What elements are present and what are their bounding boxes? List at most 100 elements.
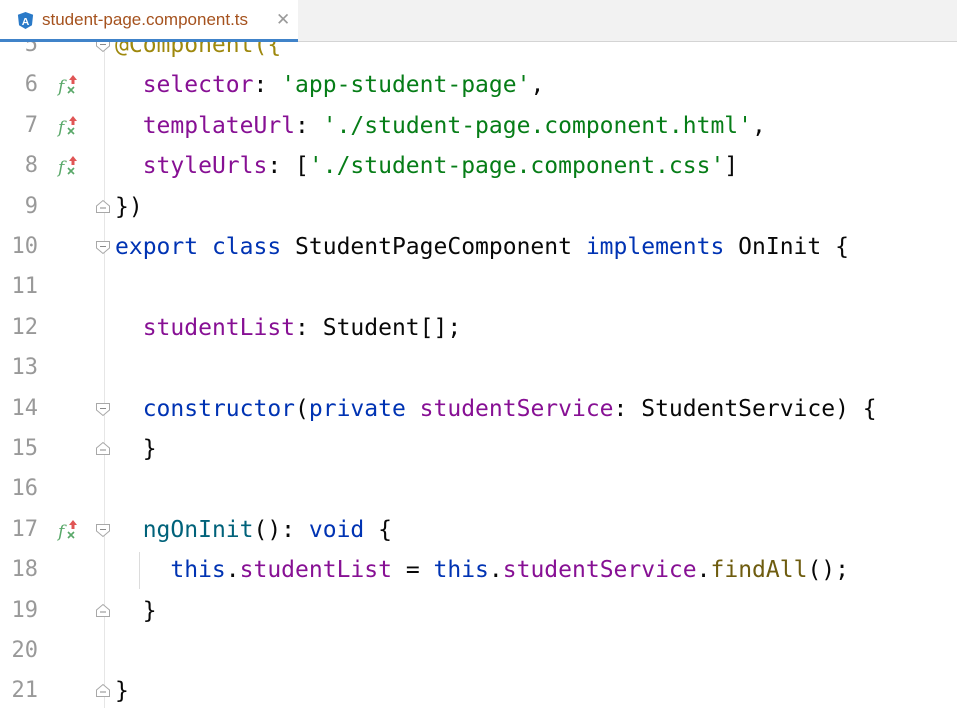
code-text[interactable]: } bbox=[115, 429, 157, 469]
code-token: void bbox=[308, 516, 379, 543]
tab-student-page-component-ts[interactable]: A student-page.component.ts ✕ bbox=[0, 0, 298, 42]
code-line[interactable]: 12 studentList: Student[]; bbox=[0, 308, 957, 348]
code-token: , bbox=[752, 112, 766, 139]
code-token: (): bbox=[253, 516, 309, 543]
implemented-function-icon[interactable]: f bbox=[56, 154, 80, 178]
code-text[interactable]: studentList: Student[]; bbox=[115, 308, 462, 348]
code-token: : StudentService) { bbox=[613, 395, 877, 422]
code-token: ngOnInit bbox=[142, 516, 254, 543]
line-number: 10 bbox=[11, 234, 39, 259]
code-text[interactable]: this.studentList = this.studentService.f… bbox=[115, 550, 849, 590]
line-number: 5 bbox=[24, 42, 38, 57]
code-text[interactable]: export class StudentPageComponent implem… bbox=[115, 227, 849, 267]
fold-end-icon[interactable] bbox=[95, 199, 111, 215]
code-token: } bbox=[115, 597, 157, 624]
code-token: (); bbox=[807, 557, 849, 584]
code-line[interactable]: 20 bbox=[0, 631, 957, 671]
code-text[interactable]: styleUrls: ['./student-page.component.cs… bbox=[115, 146, 738, 186]
code-line[interactable]: 7f templateUrl: './student-page.componen… bbox=[0, 106, 957, 146]
code-token: private bbox=[308, 395, 420, 422]
code-token: this bbox=[170, 557, 226, 584]
indent-guide bbox=[139, 552, 140, 589]
line-number: 18 bbox=[11, 557, 39, 583]
code-token: this bbox=[433, 557, 489, 584]
code-token: ( bbox=[295, 395, 309, 422]
code-token: . bbox=[696, 557, 711, 584]
code-token: : Student[]; bbox=[295, 314, 462, 341]
fold-end-icon[interactable] bbox=[95, 603, 111, 619]
close-icon[interactable]: ✕ bbox=[276, 10, 290, 30]
code-line[interactable]: 21} bbox=[0, 671, 957, 708]
code-token: } bbox=[115, 678, 129, 705]
line-number: 15 bbox=[11, 436, 39, 461]
code-token: templateUrl bbox=[142, 112, 296, 139]
line-number: 20 bbox=[11, 638, 39, 663]
line-number: 12 bbox=[11, 314, 39, 340]
code-token: OnInit { bbox=[738, 234, 849, 260]
code-token: StudentPageComponent bbox=[295, 234, 586, 260]
implemented-function-icon[interactable]: f bbox=[56, 73, 80, 97]
code-line[interactable]: 8f styleUrls: ['./student-page.component… bbox=[0, 146, 957, 186]
code-token: } bbox=[115, 436, 157, 462]
code-text[interactable]: selector: 'app-student-page', bbox=[115, 65, 545, 105]
line-number: 6 bbox=[24, 72, 38, 98]
implemented-function-icon[interactable]: f bbox=[56, 114, 80, 138]
code-line[interactable]: 11 bbox=[0, 267, 957, 307]
fold-collapse-icon[interactable] bbox=[95, 401, 111, 417]
code-token: selector bbox=[142, 72, 254, 99]
fold-end-icon[interactable] bbox=[95, 683, 111, 699]
code-line[interactable]: 18 this.studentList = this.studentServic… bbox=[0, 550, 957, 590]
fold-end-icon[interactable] bbox=[95, 441, 111, 457]
code-text[interactable]: }) bbox=[115, 187, 143, 227]
line-number: 11 bbox=[11, 274, 39, 300]
implemented-function-icon[interactable]: f bbox=[56, 518, 80, 542]
code-text[interactable]: } bbox=[115, 671, 129, 708]
code-token: { bbox=[378, 516, 392, 543]
line-number: 13 bbox=[11, 355, 39, 381]
code-line[interactable]: 16 bbox=[0, 469, 957, 509]
code-line[interactable]: 15 } bbox=[0, 429, 957, 469]
code-line[interactable]: 10 export class StudentPageComponent impl… bbox=[0, 227, 957, 267]
code-line[interactable]: 14 constructor(private studentService: S… bbox=[0, 389, 957, 429]
line-number: 14 bbox=[11, 395, 39, 421]
code-text[interactable]: @Component({ bbox=[115, 42, 281, 65]
code-token: . bbox=[225, 557, 240, 584]
code-text[interactable]: ngOnInit(): void { bbox=[115, 510, 392, 550]
code-editor[interactable]: 5 @Component({6 f selector: 'app-student-p… bbox=[0, 42, 957, 708]
code-text[interactable]: } bbox=[115, 591, 157, 631]
line-number: 9 bbox=[24, 193, 38, 219]
code-token: studentList bbox=[142, 314, 296, 341]
line-number: 7 bbox=[24, 112, 38, 138]
code-token: studentService bbox=[419, 395, 614, 422]
code-token: findAll bbox=[710, 557, 808, 584]
code-token: export bbox=[115, 234, 212, 260]
code-line[interactable]: 17 f ngOnInit(): void { bbox=[0, 510, 957, 550]
line-number: 16 bbox=[11, 476, 39, 502]
angular-icon: A bbox=[17, 11, 34, 30]
code-token: styleUrls bbox=[142, 153, 268, 180]
line-number: 8 bbox=[24, 153, 38, 179]
code-token: , bbox=[530, 72, 545, 99]
code-token: 'app-student-page' bbox=[281, 72, 531, 99]
code-token: studentService bbox=[502, 557, 697, 584]
fold-collapse-icon[interactable] bbox=[95, 42, 111, 53]
code-line[interactable]: 6f selector: 'app-student-page', bbox=[0, 65, 957, 105]
fold-collapse-icon[interactable] bbox=[95, 522, 111, 538]
fold-collapse-icon[interactable] bbox=[95, 239, 111, 255]
code-text[interactable]: constructor(private studentService: Stud… bbox=[115, 389, 877, 429]
code-line[interactable]: 5 @Component({ bbox=[0, 42, 957, 65]
code-token: './student-page.component.css' bbox=[308, 153, 725, 180]
line-number: 21 bbox=[11, 678, 39, 704]
code-line[interactable]: 9}) bbox=[0, 187, 957, 227]
code-token: : [ bbox=[267, 153, 309, 180]
code-token: : bbox=[253, 72, 282, 99]
code-token: constructor bbox=[142, 395, 296, 422]
code-text[interactable]: templateUrl: './student-page.component.h… bbox=[115, 106, 766, 146]
code-token: . bbox=[488, 557, 503, 584]
code-line[interactable]: 19 } bbox=[0, 591, 957, 631]
code-line[interactable]: 13 bbox=[0, 348, 957, 388]
svg-text:f: f bbox=[56, 158, 67, 178]
